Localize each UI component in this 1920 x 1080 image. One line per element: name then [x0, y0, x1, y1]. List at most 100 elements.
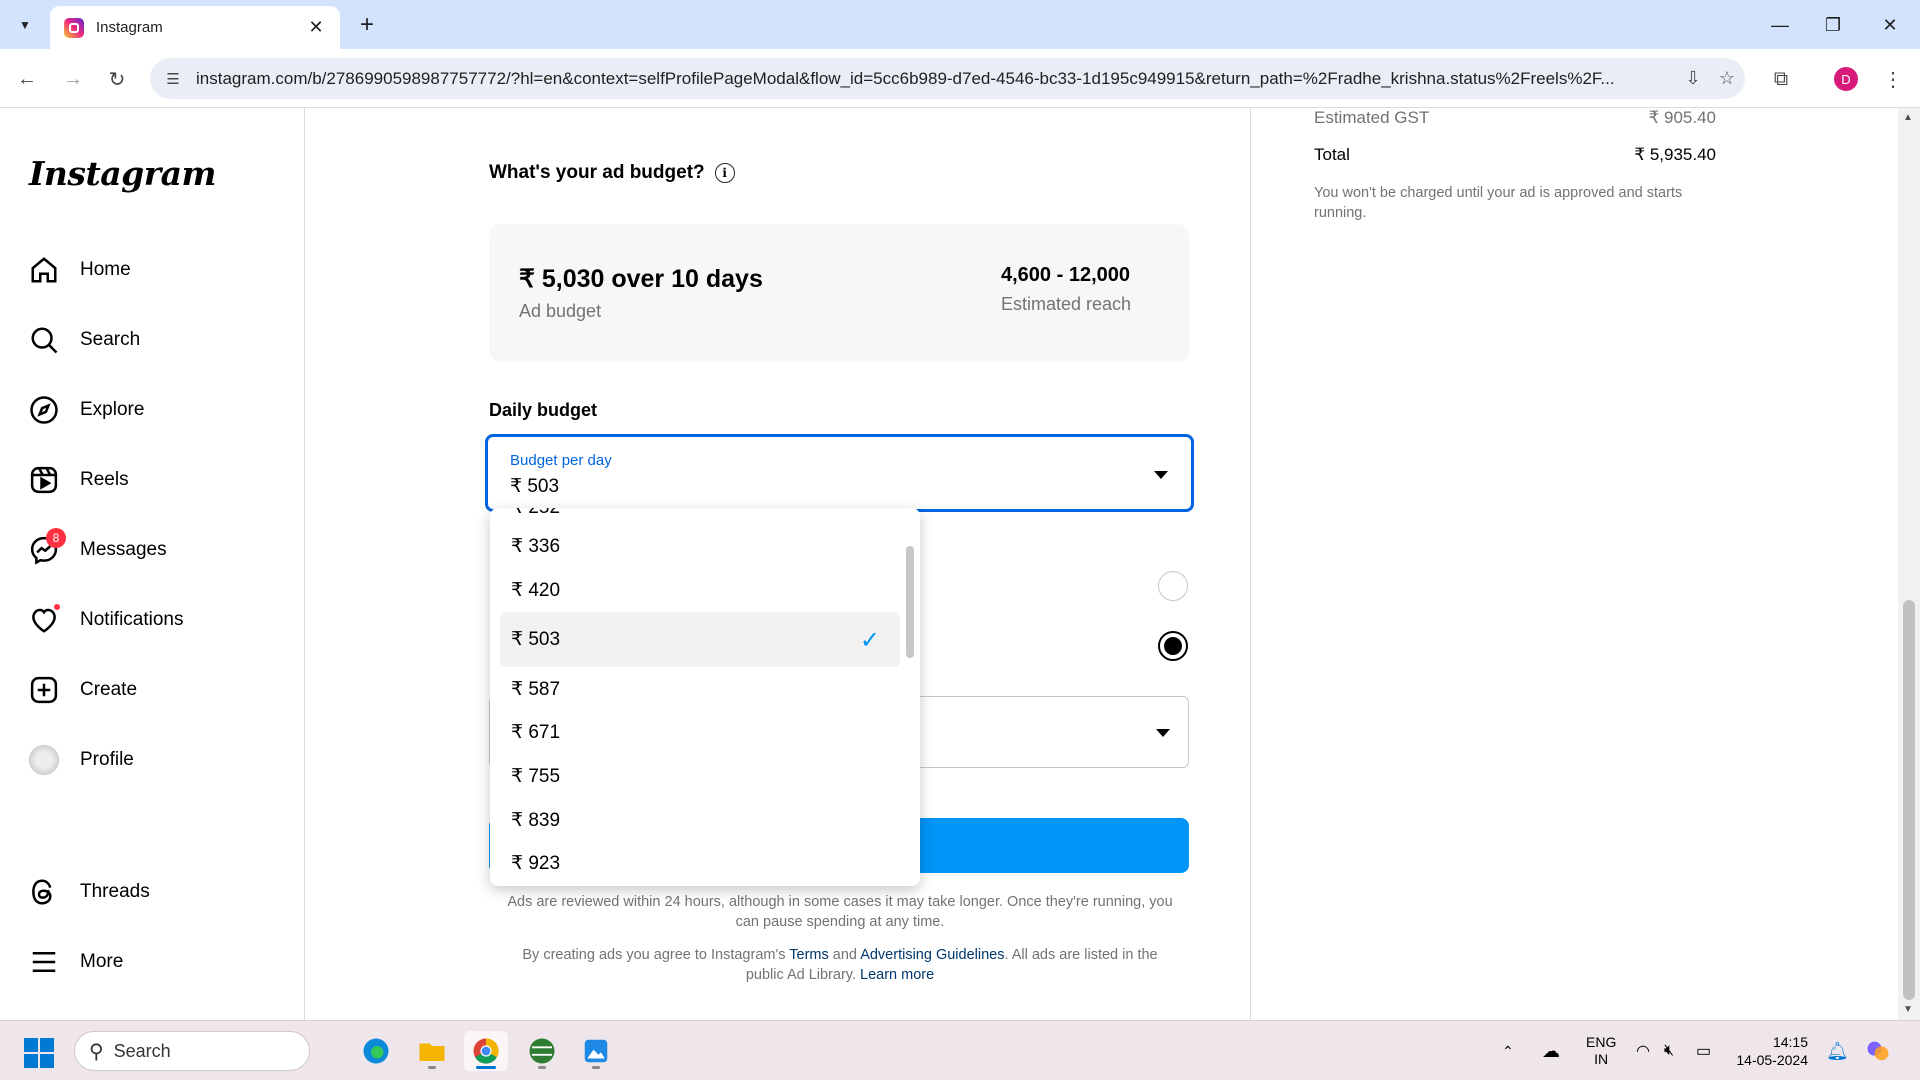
- back-button[interactable]: ←: [10, 62, 44, 96]
- instagram-favicon-icon: [64, 17, 84, 38]
- site-info-icon[interactable]: ☰: [156, 62, 190, 96]
- budget-options-dropdown[interactable]: ₹ 252 ₹ 336 ₹ 420 ₹ 503 ✓ ₹ 587 ₹ 671 ₹ …: [490, 508, 920, 886]
- sidebar-item-home[interactable]: Home: [28, 246, 131, 294]
- sidebar-item-create[interactable]: Create: [28, 666, 137, 714]
- minimize-button[interactable]: —: [1750, 8, 1810, 42]
- sidebar-item-label: More: [80, 951, 124, 972]
- language-indicator[interactable]: ENG IN: [1586, 1021, 1616, 1080]
- edge-browser-icon[interactable]: [354, 1031, 398, 1071]
- show-hidden-icons-icon[interactable]: ⌃: [1502, 1021, 1514, 1080]
- dropdown-option[interactable]: ₹ 839: [490, 798, 920, 842]
- hamburger-icon: [28, 946, 60, 978]
- taskbar-search-box[interactable]: ⚲ Search: [74, 1031, 310, 1071]
- forward-button[interactable]: →: [56, 62, 90, 96]
- photos-app-icon[interactable]: [574, 1031, 618, 1071]
- messenger-icon: 8: [28, 528, 66, 566]
- duration-radio-option-2[interactable]: [1158, 631, 1188, 661]
- tab-close-icon[interactable]: ✕: [306, 17, 326, 38]
- address-bar[interactable]: ☰ instagram.com/b/2786990598987757772/?h…: [150, 58, 1745, 99]
- wifi-icon[interactable]: ◠: [1636, 1021, 1650, 1080]
- language-code: ENG: [1586, 1034, 1617, 1050]
- daily-budget-heading: Daily budget: [489, 400, 598, 420]
- volume-muted-icon[interactable]: 🔇︎: [1664, 1021, 1674, 1080]
- sidebar-item-profile[interactable]: Profile: [28, 736, 134, 784]
- restore-button[interactable]: ❐: [1803, 8, 1863, 42]
- reload-button[interactable]: ↻: [100, 62, 134, 96]
- gst-value: ₹ 905.40: [1648, 108, 1716, 127]
- estimated-reach-label: Estimated reach: [1001, 294, 1132, 314]
- instagram-sidebar: Instagram Home Search Explore Reels 8 Me…: [0, 108, 305, 1020]
- close-window-button[interactable]: ✕: [1860, 8, 1920, 42]
- terms-prefix: By creating ads you agree to Instagram's: [522, 947, 790, 963]
- total-value: ₹ 5,935.40: [1634, 145, 1716, 164]
- browser-profile-avatar[interactable]: D: [1834, 67, 1858, 91]
- chevron-down-icon: [1156, 729, 1170, 737]
- battery-icon[interactable]: ▭: [1696, 1021, 1711, 1080]
- globe-app-icon[interactable]: [520, 1031, 564, 1071]
- sidebar-item-reels[interactable]: Reels: [28, 456, 129, 504]
- windows-taskbar: ⚲ Search ⌃ ☁ ENG IN ◠ 🔇︎ ▭ 14:15 14-05-2…: [0, 1020, 1920, 1080]
- home-icon: [28, 254, 60, 286]
- charge-note: You won't be charged until your ad is ap…: [1314, 185, 1683, 221]
- taskbar-search-placeholder: Search: [113, 1040, 171, 1061]
- scroll-down-arrow-icon[interactable]: ▼: [1903, 1004, 1913, 1015]
- tab-search-chevron-icon[interactable]: ▼: [10, 10, 40, 40]
- scroll-up-arrow-icon[interactable]: ▲: [1903, 112, 1913, 123]
- dropdown-option[interactable]: ₹ 755: [490, 754, 920, 798]
- notification-bell-icon[interactable]: 🔔︎: [1826, 1021, 1849, 1080]
- info-icon[interactable]: i: [714, 163, 735, 183]
- review-note: Ads are reviewed within 24 hours, althou…: [507, 894, 1173, 930]
- browser-tab-instagram[interactable]: Instagram ✕: [50, 6, 340, 49]
- terms-and: and: [828, 947, 861, 963]
- sidebar-item-messages[interactable]: 8 Messages: [28, 526, 167, 574]
- budget-per-day-select[interactable]: Budget per day ₹ 503: [485, 434, 1194, 512]
- gst-label: Estimated GST: [1314, 108, 1430, 127]
- notification-dot: [52, 602, 62, 612]
- dropdown-option[interactable]: ₹ 336: [490, 524, 920, 568]
- windows-start-icon[interactable]: [24, 1038, 54, 1068]
- dropdown-scrollbar[interactable]: [906, 546, 914, 658]
- sidebar-item-label: Profile: [80, 749, 134, 770]
- dropdown-option[interactable]: ₹ 671: [490, 710, 920, 754]
- clock[interactable]: 14:15 14-05-2024: [1734, 1021, 1808, 1080]
- search-icon: [28, 324, 60, 356]
- sidebar-item-label: Search: [80, 329, 141, 350]
- browser-menu-icon[interactable]: ⋮: [1876, 62, 1910, 96]
- copilot-icon[interactable]: [1864, 1021, 1892, 1080]
- new-tab-button[interactable]: +: [352, 10, 382, 40]
- advertising-guidelines-link[interactable]: Advertising Guidelines: [860, 947, 1004, 963]
- onedrive-cloud-icon[interactable]: ☁: [1542, 1021, 1560, 1080]
- dropdown-option[interactable]: ₹ 923: [490, 841, 920, 885]
- page-scrollbar[interactable]: ▲ ▼: [1898, 108, 1920, 1020]
- file-explorer-icon[interactable]: [410, 1031, 454, 1071]
- sidebar-item-threads[interactable]: Threads: [28, 868, 150, 916]
- extensions-puzzle-icon[interactable]: ⧉: [1764, 62, 1798, 96]
- dropdown-option[interactable]: ₹ 587: [490, 667, 920, 711]
- browser-toolbar: ← → ↻ ☰ instagram.com/b/2786990598987757…: [0, 49, 1920, 108]
- instagram-logo[interactable]: Instagram: [29, 154, 216, 193]
- sidebar-item-label: Notifications: [80, 609, 184, 630]
- dropdown-option-selected[interactable]: ₹ 503 ✓: [500, 612, 900, 667]
- terms-note: By creating ads you agree to Instagram's…: [506, 945, 1174, 985]
- sidebar-item-search[interactable]: Search: [28, 316, 140, 364]
- bookmark-star-icon[interactable]: ☆: [1710, 62, 1744, 96]
- dropdown-option[interactable]: ₹ 420: [490, 568, 920, 612]
- url-text[interactable]: instagram.com/b/2786990598987757772/?hl=…: [196, 69, 1676, 89]
- total-row: Total ₹ 5,935.40: [1314, 145, 1716, 165]
- sidebar-item-notifications[interactable]: Notifications: [28, 596, 184, 644]
- profile-avatar-icon: [28, 744, 60, 776]
- compass-icon: [28, 394, 60, 426]
- region-code: IN: [1594, 1051, 1609, 1067]
- dropdown-partial-option[interactable]: ₹ 252: [511, 508, 560, 519]
- install-app-icon[interactable]: ⇩: [1676, 62, 1710, 96]
- search-icon: ⚲: [89, 1040, 104, 1063]
- learn-more-link[interactable]: Learn more: [860, 967, 934, 983]
- sidebar-item-more[interactable]: More: [28, 938, 123, 986]
- chevron-down-icon: [1154, 471, 1168, 479]
- select-floating-label: Budget per day: [510, 452, 612, 469]
- scrollbar-thumb[interactable]: [1903, 600, 1915, 1000]
- terms-link[interactable]: Terms: [789, 947, 828, 963]
- duration-radio-option-1[interactable]: [1158, 571, 1188, 601]
- chrome-browser-icon[interactable]: [464, 1031, 508, 1071]
- sidebar-item-explore[interactable]: Explore: [28, 386, 144, 434]
